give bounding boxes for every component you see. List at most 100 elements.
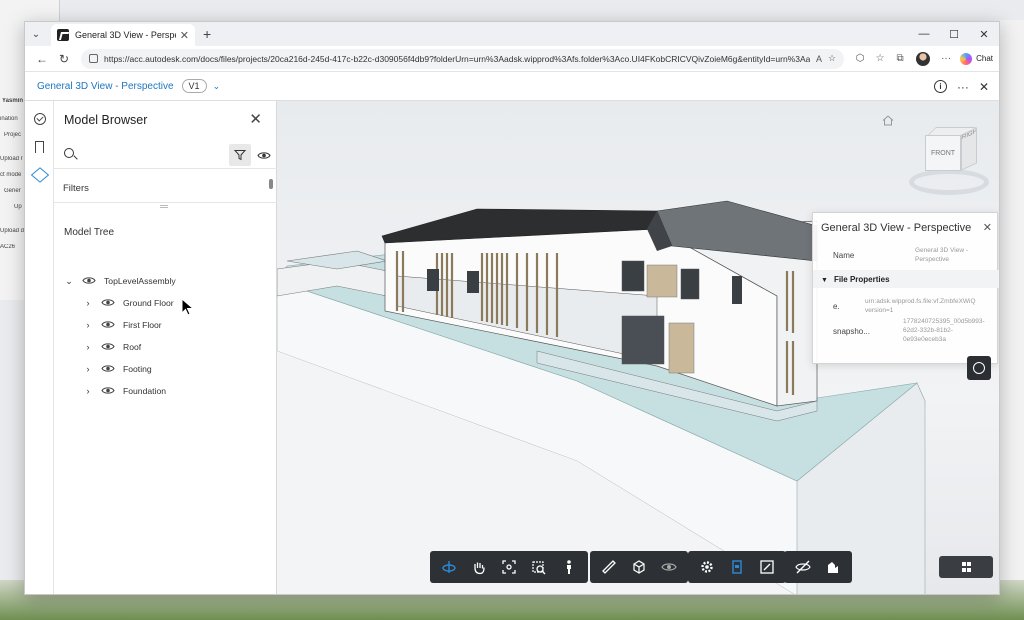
site-info-icon[interactable]	[89, 54, 98, 63]
tree-node-label: Ground Floor	[123, 298, 174, 308]
tab-bar: ⌄ General 3D View - Perspective (V1) ✕ +…	[25, 22, 999, 46]
layout-grid-button[interactable]	[939, 556, 993, 578]
search-input[interactable]	[82, 146, 222, 164]
search-row	[54, 141, 277, 169]
settings-gear-icon[interactable]	[692, 553, 722, 581]
extensions-icon[interactable]: ⬡	[850, 53, 870, 64]
tab-close-icon[interactable]: ✕	[180, 29, 189, 42]
visibility-toolbar	[784, 551, 852, 583]
section-analysis-icon[interactable]	[624, 553, 654, 581]
version-chevron-icon[interactable]: ⌄	[213, 81, 221, 92]
properties-close-icon[interactable]: ✕	[983, 221, 992, 234]
properties-icon[interactable]	[722, 553, 752, 581]
more-options-icon[interactable]: ···	[957, 80, 969, 94]
chevron-down-icon[interactable]: ⌄	[64, 276, 74, 287]
tree-node[interactable]: › Ground Floor	[54, 293, 277, 313]
chevron-right-icon[interactable]: ›	[83, 320, 93, 330]
info-icon[interactable]: i	[933, 80, 947, 93]
settings-toolbar	[688, 551, 786, 583]
chevron-right-icon[interactable]: ›	[83, 364, 93, 374]
model-tree-label: Model Tree	[64, 227, 115, 238]
filters-row[interactable]: Filters	[54, 171, 277, 203]
close-viewer-icon[interactable]: ✕	[979, 80, 989, 94]
copilot-icon	[960, 52, 973, 65]
file-properties-section[interactable]: ▼ File Properties	[813, 270, 999, 288]
chevron-right-icon[interactable]: ›	[83, 342, 93, 352]
bookmark-star-icon[interactable]: ☆	[828, 53, 836, 64]
eye-icon[interactable]	[101, 386, 115, 397]
zoom-window-icon[interactable]	[524, 553, 554, 581]
viewcube-front[interactable]: FRONT	[925, 135, 961, 171]
window-close-icon[interactable]: ✕	[969, 22, 999, 46]
tree-node[interactable]: › First Floor	[54, 315, 277, 335]
rail-bookmark-icon[interactable]	[25, 133, 54, 161]
minimize-icon[interactable]: —	[909, 22, 939, 46]
refresh-icon[interactable]: ↻	[53, 52, 75, 66]
3d-viewport[interactable]: FRONT RIGHT General 3D View - Perspectiv…	[277, 101, 999, 594]
tab-title: General 3D View - Perspective (V1)	[75, 30, 176, 40]
property-value: General 3D View - Perspective	[915, 247, 968, 263]
eye-icon[interactable]	[101, 342, 115, 353]
measure-icon[interactable]	[594, 553, 624, 581]
profile-avatar[interactable]	[916, 51, 931, 66]
browser-window: ⌄ General 3D View - Perspective (V1) ✕ +…	[24, 21, 1000, 595]
eye-icon[interactable]	[82, 276, 96, 287]
eye-icon[interactable]	[101, 320, 115, 331]
filters-scrollbar[interactable]	[269, 173, 273, 201]
home-view-icon[interactable]	[882, 113, 894, 131]
orbit-icon[interactable]	[434, 553, 464, 581]
property-key: Name	[833, 251, 855, 260]
tools-toolbar	[590, 551, 688, 583]
resize-handle[interactable]	[160, 205, 168, 208]
rail-model-browser-icon[interactable]	[25, 161, 54, 189]
eye-icon	[257, 152, 271, 159]
rail-check-icon[interactable]	[25, 105, 54, 133]
url-text: https://acc.autodesk.com/docs/files/proj…	[104, 53, 810, 64]
collections-icon[interactable]: ⧉	[890, 53, 910, 64]
window-controls: — ☐ ✕	[909, 22, 999, 46]
url-field[interactable]: https://acc.autodesk.com/docs/files/proj…	[81, 48, 845, 69]
explode-icon[interactable]	[654, 553, 684, 581]
read-aloud-icon[interactable]: A	[816, 54, 822, 64]
viewer-overlay-button[interactable]	[967, 356, 991, 380]
panel-title: Model Browser	[64, 113, 148, 127]
browser-tab[interactable]: General 3D View - Perspective (V1) ✕	[51, 24, 195, 46]
filter-icon	[234, 150, 246, 161]
first-person-icon[interactable]	[554, 553, 584, 581]
grid-icon	[961, 561, 971, 573]
properties-panel: General 3D View - Perspective ✕ Name Gen…	[812, 212, 999, 364]
tab-list-chevron-icon[interactable]: ⌄	[25, 22, 47, 46]
chat-button[interactable]: Chat	[960, 52, 993, 65]
pan-icon[interactable]	[464, 553, 494, 581]
fullscreen-icon[interactable]	[752, 553, 782, 581]
section-label: File Properties	[833, 275, 890, 284]
new-tab-icon[interactable]: +	[203, 26, 211, 42]
panel-close-icon[interactable]: ✕	[249, 110, 262, 128]
tree-node[interactable]: › Footing	[54, 359, 277, 379]
view-title[interactable]: General 3D View - Perspective	[37, 81, 174, 92]
eye-icon[interactable]	[101, 298, 115, 309]
left-rail	[25, 101, 54, 594]
chevron-right-icon[interactable]: ›	[83, 386, 93, 396]
fit-to-view-icon[interactable]	[494, 553, 524, 581]
hide-icon[interactable]	[788, 553, 818, 581]
maximize-icon[interactable]: ☐	[939, 22, 969, 46]
viewcube[interactable]: FRONT RIGHT	[905, 127, 995, 199]
favorites-icon[interactable]: ☆	[870, 53, 890, 64]
more-icon[interactable]: ···	[936, 53, 956, 64]
filter-button[interactable]	[229, 144, 251, 166]
viewcube-right[interactable]: RIGHT	[961, 127, 977, 171]
eye-icon[interactable]	[101, 364, 115, 375]
tree-node[interactable]: › Foundation	[54, 381, 277, 401]
tree-node-root[interactable]: ⌄ TopLevelAssembly	[54, 271, 277, 291]
visibility-toggle[interactable]	[257, 147, 271, 165]
property-value: urn:adsk.wipprod.fs.file:vf.ZmbfeXWiQ ve…	[865, 298, 976, 314]
tree-node-label: Roof	[123, 342, 142, 352]
chevron-right-icon[interactable]: ›	[83, 298, 93, 308]
property-key: snapsho...	[833, 327, 870, 336]
back-icon[interactable]: ←	[31, 52, 53, 66]
isolate-icon[interactable]	[818, 553, 848, 581]
version-badge[interactable]: V1	[181, 79, 207, 93]
tree-node[interactable]: › Roof	[54, 337, 277, 357]
tree-node-label: First Floor	[123, 320, 162, 330]
